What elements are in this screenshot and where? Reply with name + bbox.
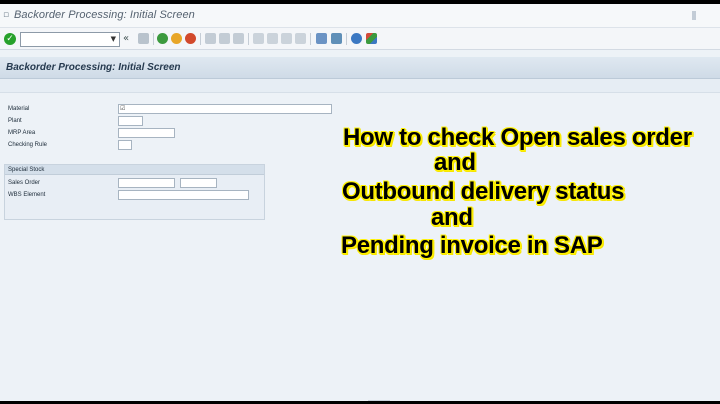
find-next-icon[interactable] xyxy=(233,33,244,44)
caption-line: How to check Open sales order xyxy=(343,124,692,151)
video-caption: How to check Open sales order and Outbou… xyxy=(340,120,720,280)
caption-line: Pending invoice in SAP xyxy=(341,232,603,259)
checking-rule-field[interactable] xyxy=(118,140,132,150)
plant-label: Plant xyxy=(8,118,22,124)
print-icon[interactable] xyxy=(205,33,216,44)
collapse-icon[interactable]: « xyxy=(123,33,129,45)
page-title: Backorder Processing: Initial Screen xyxy=(6,62,181,73)
enter-icon[interactable]: ✓ xyxy=(4,33,16,45)
sales-order-item-field[interactable] xyxy=(180,178,217,188)
help-icon[interactable] xyxy=(351,33,362,44)
title-bar: ▫ Backorder Processing: Initial Screen xyxy=(0,4,720,28)
search-help-icon[interactable]: ☑ xyxy=(120,105,125,113)
caption-line: and xyxy=(431,204,473,231)
window-control[interactable] xyxy=(692,11,696,20)
window-menu-icon[interactable]: ▫ xyxy=(3,11,11,20)
sales-order-field[interactable] xyxy=(118,178,175,188)
status-bar-handle[interactable] xyxy=(368,400,390,401)
window-title: Backorder Processing: Initial Screen xyxy=(14,9,195,21)
command-input[interactable] xyxy=(21,36,107,50)
plant-field[interactable] xyxy=(118,116,143,126)
mrp-area-label: MRP Area xyxy=(8,130,36,136)
material-field[interactable] xyxy=(118,104,332,114)
group-header: Special Stock xyxy=(5,165,264,175)
shortcut-icon[interactable] xyxy=(331,33,342,44)
previous-page-icon[interactable] xyxy=(267,33,278,44)
command-field[interactable]: ▼ xyxy=(20,32,120,50)
system-toolbar: ✓ ▼ « xyxy=(0,28,720,50)
last-page-icon[interactable] xyxy=(295,33,306,44)
find-icon[interactable] xyxy=(219,33,230,44)
screen-header: Backorder Processing: Initial Screen xyxy=(0,57,720,79)
chevron-down-icon[interactable]: ▼ xyxy=(111,33,116,46)
caption-line: and xyxy=(434,149,476,176)
cancel-icon[interactable] xyxy=(185,33,196,44)
toolbar-separator xyxy=(346,33,347,45)
mrp-area-field[interactable] xyxy=(118,128,175,138)
toolbar-separator xyxy=(200,33,201,45)
caption-line: Outbound delivery status xyxy=(342,178,625,205)
back-icon[interactable] xyxy=(157,33,168,44)
customize-layout-icon[interactable] xyxy=(366,33,377,44)
first-page-icon[interactable] xyxy=(253,33,264,44)
material-label: Material xyxy=(8,106,30,112)
checking-rule-label: Checking Rule xyxy=(8,142,48,148)
create-session-icon[interactable] xyxy=(316,33,327,44)
exit-icon[interactable] xyxy=(171,33,182,44)
wbs-element-label: WBS Element xyxy=(8,192,46,198)
toolbar-separator xyxy=(248,33,249,45)
save-icon[interactable] xyxy=(138,33,149,44)
sales-order-label: Sales Order xyxy=(8,180,41,186)
next-page-icon[interactable] xyxy=(281,33,292,44)
toolbar-separator xyxy=(310,33,311,45)
special-stock-title: Special Stock xyxy=(8,167,45,173)
application-toolbar xyxy=(0,79,720,93)
wbs-element-field[interactable] xyxy=(118,190,249,200)
toolbar-separator xyxy=(153,33,154,45)
